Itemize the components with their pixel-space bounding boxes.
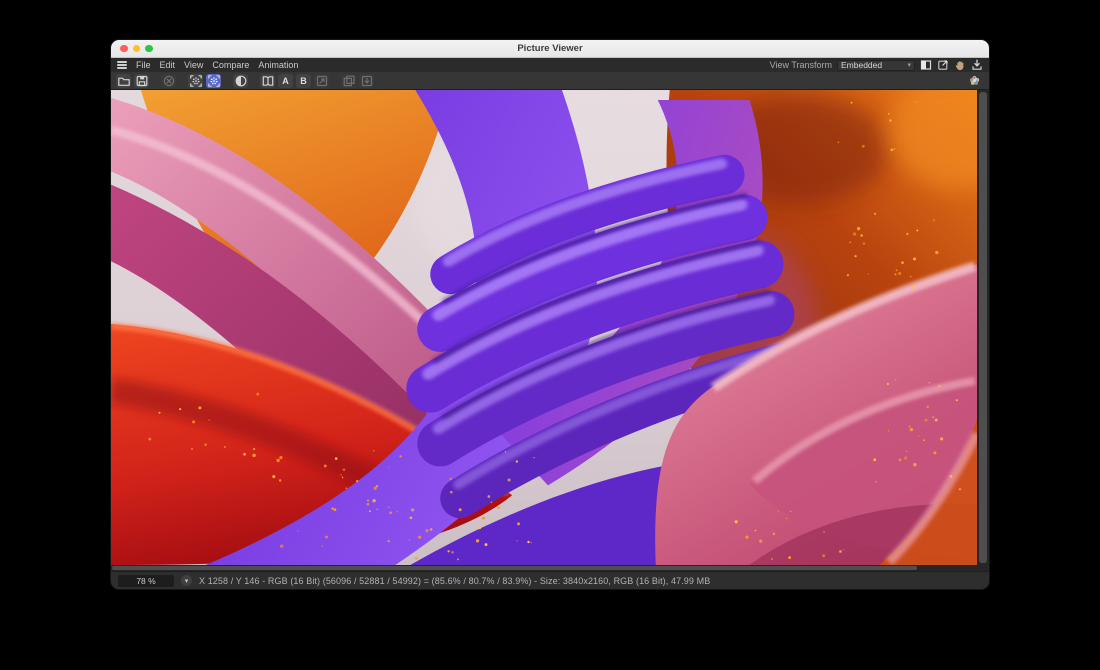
workspace-ball-icon (968, 74, 981, 87)
link-ab-button[interactable] (314, 74, 329, 88)
save-file-button[interactable] (134, 74, 149, 88)
contrast-compare-button[interactable] (233, 74, 248, 88)
statusbar: 78 % ▾ X 1258 / Y 146 - RGB (16 Bit) (56… (111, 571, 989, 589)
compare-ab-button[interactable] (260, 74, 275, 88)
h-scroll-thumb[interactable] (112, 566, 917, 570)
workspace-ball-button[interactable] (967, 74, 982, 88)
render-settings-button[interactable] (188, 74, 203, 88)
v-scroll-thumb[interactable] (979, 92, 987, 563)
delete-image-button[interactable] (161, 74, 176, 88)
titlebar: Picture Viewer (111, 40, 989, 58)
set-b-button[interactable]: B (296, 74, 311, 88)
zoom-level-field[interactable]: 78 % (118, 575, 174, 587)
floppy-save-icon (135, 74, 149, 88)
paste-image-button[interactable] (359, 74, 374, 88)
paste-icon (360, 74, 374, 88)
a-label: A (282, 76, 289, 86)
status-info-text: X 1258 / Y 146 - RGB (16 Bit) (56096 / 5… (199, 576, 710, 586)
folder-icon (117, 74, 131, 88)
circle-x-icon (162, 74, 176, 88)
chevron-down-icon: ▾ (907, 61, 911, 69)
viewer-content (111, 90, 989, 571)
vertical-scrollbar[interactable] (977, 90, 989, 571)
menu-compare[interactable]: Compare (212, 60, 249, 70)
copy-image-button[interactable] (341, 74, 356, 88)
view-transform-value: Embedded (841, 60, 882, 70)
dock-download-button[interactable] (971, 59, 983, 71)
menu-edit[interactable]: Edit (160, 60, 176, 70)
split-view-icon (920, 59, 932, 71)
image-canvas[interactable] (111, 90, 977, 565)
view-transform-dropdown[interactable]: Embedded ▾ (837, 60, 915, 71)
compare-book-icon (261, 74, 275, 88)
render-view-button[interactable] (206, 74, 221, 88)
menu-view[interactable]: View (184, 60, 203, 70)
picture-viewer-window: Picture Viewer File Edit View Compare An… (110, 39, 990, 590)
set-a-button[interactable]: A (278, 74, 293, 88)
contrast-circle-icon (234, 74, 248, 88)
menu-animation[interactable]: Animation (258, 60, 298, 70)
b-label: B (300, 76, 307, 86)
view-transform-label: View Transform (770, 60, 832, 70)
hamburger-menu-icon[interactable] (117, 61, 127, 69)
render-gear-active-icon (207, 74, 221, 88)
pan-hand-icon (954, 59, 966, 71)
render-gear-icon (189, 74, 203, 88)
rendered-image (111, 90, 977, 565)
open-file-button[interactable] (116, 74, 131, 88)
dock-download-icon (971, 59, 983, 71)
split-view-button[interactable] (920, 59, 932, 71)
toolbar: A B (111, 72, 989, 90)
menu-file[interactable]: File (136, 60, 151, 70)
copy-icon (342, 74, 356, 88)
window-title: Picture Viewer (111, 43, 989, 54)
pan-hand-button[interactable] (954, 59, 966, 71)
zoom-dropdown-button[interactable]: ▾ (181, 575, 192, 586)
link-arrow-icon (315, 74, 329, 88)
pop-out-button[interactable] (937, 59, 949, 71)
pop-out-icon (937, 59, 949, 71)
horizontal-scrollbar[interactable] (111, 565, 977, 571)
menubar: File Edit View Compare Animation View Tr… (111, 58, 989, 72)
